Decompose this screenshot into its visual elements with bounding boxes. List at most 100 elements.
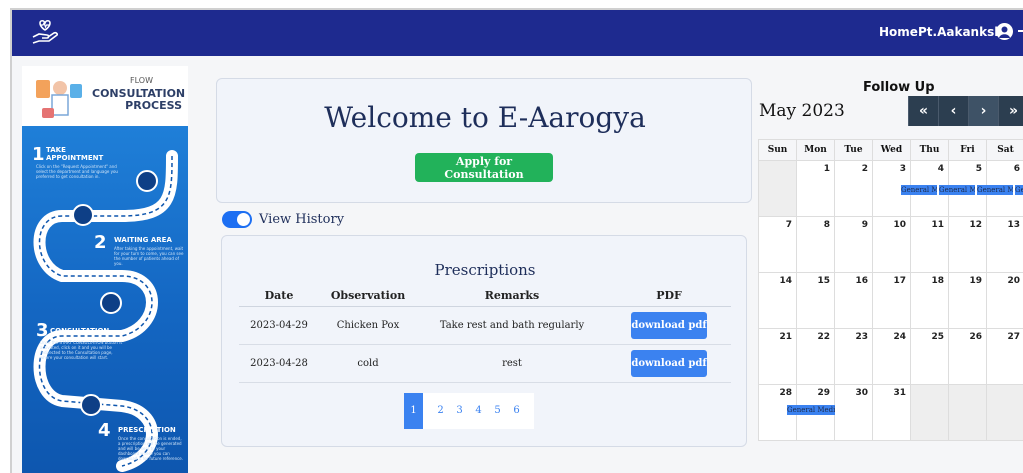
infographic-flow-label: FLOW [130, 76, 153, 85]
calendar-day[interactable]: 24 [872, 328, 911, 385]
cell-observation: cold [319, 344, 417, 383]
prescriptions-table: Date Observation Remarks PDF 2023-04-29 … [239, 285, 731, 383]
calendar-day[interactable]: 30 [834, 384, 873, 441]
weekday-header: Thu [910, 139, 949, 161]
col-pdf: PDF [607, 285, 731, 307]
cell-observation: Chicken Pox [319, 306, 417, 345]
calendar-day[interactable]: 21 [758, 328, 797, 385]
calendar-day[interactable]: 19 [948, 272, 987, 329]
next-month-button[interactable]: › [968, 96, 998, 126]
view-history-toggle[interactable] [222, 211, 252, 228]
page-3-button[interactable]: 3 [450, 393, 469, 429]
weekday-header: Wed [872, 139, 911, 161]
prescriptions-card: Prescriptions Date Observation Remarks P… [221, 235, 747, 447]
view-history-label: View History [259, 212, 345, 227]
step-2-label: WAITING AREA [114, 236, 172, 244]
calendar-day[interactable]: 20 [986, 272, 1023, 329]
next-year-button[interactable]: » [998, 96, 1023, 126]
step-3-text: Once the START CONSULTATION button is ac… [40, 340, 123, 360]
calendar-event[interactable]: General Medic [939, 185, 975, 195]
pencil-icon [72, 204, 94, 226]
user-dropdown-caret-icon[interactable] [1018, 30, 1023, 32]
calendar-day[interactable]: 2 [834, 160, 873, 217]
cell-remarks: Take rest and bath regularly [417, 306, 607, 345]
step-4-number: 4 [98, 420, 111, 441]
step-1-number: 1 [32, 144, 45, 165]
calendar-day[interactable]: 25 [910, 328, 949, 385]
calendar-day[interactable]: 15 [796, 272, 835, 329]
page-6-button[interactable]: 6 [507, 393, 526, 429]
download-pdf-button[interactable]: download pdf [631, 349, 707, 377]
step-1-text: Click on the "Request Appointment" and s… [36, 164, 118, 179]
calendar-day[interactable]: 1 [796, 160, 835, 217]
calendar-day [910, 384, 949, 441]
pagination: 1 2 3 4 5 6 [404, 393, 534, 429]
follow-up-title: Follow Up [863, 80, 935, 95]
calendar-event[interactable]: General Medic [787, 405, 835, 415]
calendar-day[interactable]: 26 [948, 328, 987, 385]
calendar-event[interactable]: General Medic [977, 185, 1013, 195]
calendar-day[interactable]: 23 [834, 328, 873, 385]
consultation-process-infographic: FLOW CONSULTATION PROCESS 1 TAKE APPOINT… [22, 66, 188, 473]
page-2-button[interactable]: 2 [431, 393, 450, 429]
calendar-day[interactable]: 18 [910, 272, 949, 329]
calendar-day[interactable]: 8 [796, 216, 835, 273]
col-date: Date [239, 285, 319, 307]
prescriptions-title: Prescriptions [434, 261, 536, 279]
step-1-label: TAKE APPOINTMENT [46, 146, 104, 162]
table-row: 2023-04-29 Chicken Pox Take rest and bat… [239, 306, 731, 345]
calendar-nav: « ‹ › » [908, 96, 1023, 126]
apply-consultation-button[interactable]: Apply for Consultation [415, 153, 553, 182]
weekday-header: Sun [758, 139, 797, 161]
step-3-number: 3 [36, 320, 49, 341]
prev-month-button[interactable]: ‹ [938, 96, 968, 126]
calendar-day[interactable]: 13 [986, 216, 1023, 273]
health-hand-logo-icon[interactable] [30, 19, 60, 47]
welcome-card: Welcome to E-Aarogya Apply for Consultat… [216, 78, 752, 203]
calendar-day[interactable]: 14 [758, 272, 797, 329]
calendar-event[interactable]: General Medic [1015, 185, 1023, 195]
calendar-month-title: May 2023 [759, 101, 845, 121]
weekday-header: Fri [948, 139, 987, 161]
calendar-event[interactable]: General Medic [901, 185, 937, 195]
page-4-button[interactable]: 4 [469, 393, 488, 429]
calendar-day[interactable]: 12 [948, 216, 987, 273]
download-pdf-button[interactable]: download pdf [631, 311, 707, 339]
calendar-day[interactable]: 27 [986, 328, 1023, 385]
weekday-header: Mon [796, 139, 835, 161]
step-4-text: Once the consultation is ended, a prescr… [118, 436, 184, 461]
top-navbar: Home Pt.Aakanksha [12, 10, 1023, 56]
page-1-button[interactable]: 1 [404, 393, 423, 429]
step-2-number: 2 [94, 232, 107, 253]
calendar-day [948, 384, 987, 441]
col-observation: Observation [319, 285, 417, 307]
calendar-day [986, 384, 1023, 441]
calendar-day [758, 160, 797, 217]
calendar-day[interactable]: 16 [834, 272, 873, 329]
cell-date: 2023-04-29 [239, 306, 319, 345]
prev-year-button[interactable]: « [908, 96, 938, 126]
calendar-day[interactable]: 22 [796, 328, 835, 385]
calendar-day[interactable]: 10 [872, 216, 911, 273]
user-avatar-icon[interactable] [996, 23, 1013, 40]
cell-remarks: rest [417, 344, 607, 383]
app-frame: Home Pt.Aakanksha FLOW CONSULTATION PROC… [10, 8, 1023, 473]
table-row: 2023-04-28 cold rest download pdf [239, 344, 731, 383]
eye-icon [136, 170, 158, 192]
step-2-text: After taking the appointment, wait for y… [114, 246, 184, 266]
col-remarks: Remarks [417, 285, 607, 307]
cell-date: 2023-04-28 [239, 344, 319, 383]
calendar-day[interactable]: 11 [910, 216, 949, 273]
step-3-label: CONSULTATION [50, 327, 110, 335]
weekday-header: Tue [834, 139, 873, 161]
calendar-day[interactable]: 31 [872, 384, 911, 441]
nav-home-link[interactable]: Home [879, 25, 918, 39]
calendar-day[interactable]: 9 [834, 216, 873, 273]
page-5-button[interactable]: 5 [488, 393, 507, 429]
calendar-day[interactable]: 17 [872, 272, 911, 329]
weekday-header: Sat [986, 139, 1023, 161]
calendar-day[interactable]: 7 [758, 216, 797, 273]
checkmark-icon [80, 394, 102, 416]
welcome-title: Welcome to E-Aarogya [324, 101, 646, 134]
infographic-title: CONSULTATION PROCESS [92, 87, 186, 112]
